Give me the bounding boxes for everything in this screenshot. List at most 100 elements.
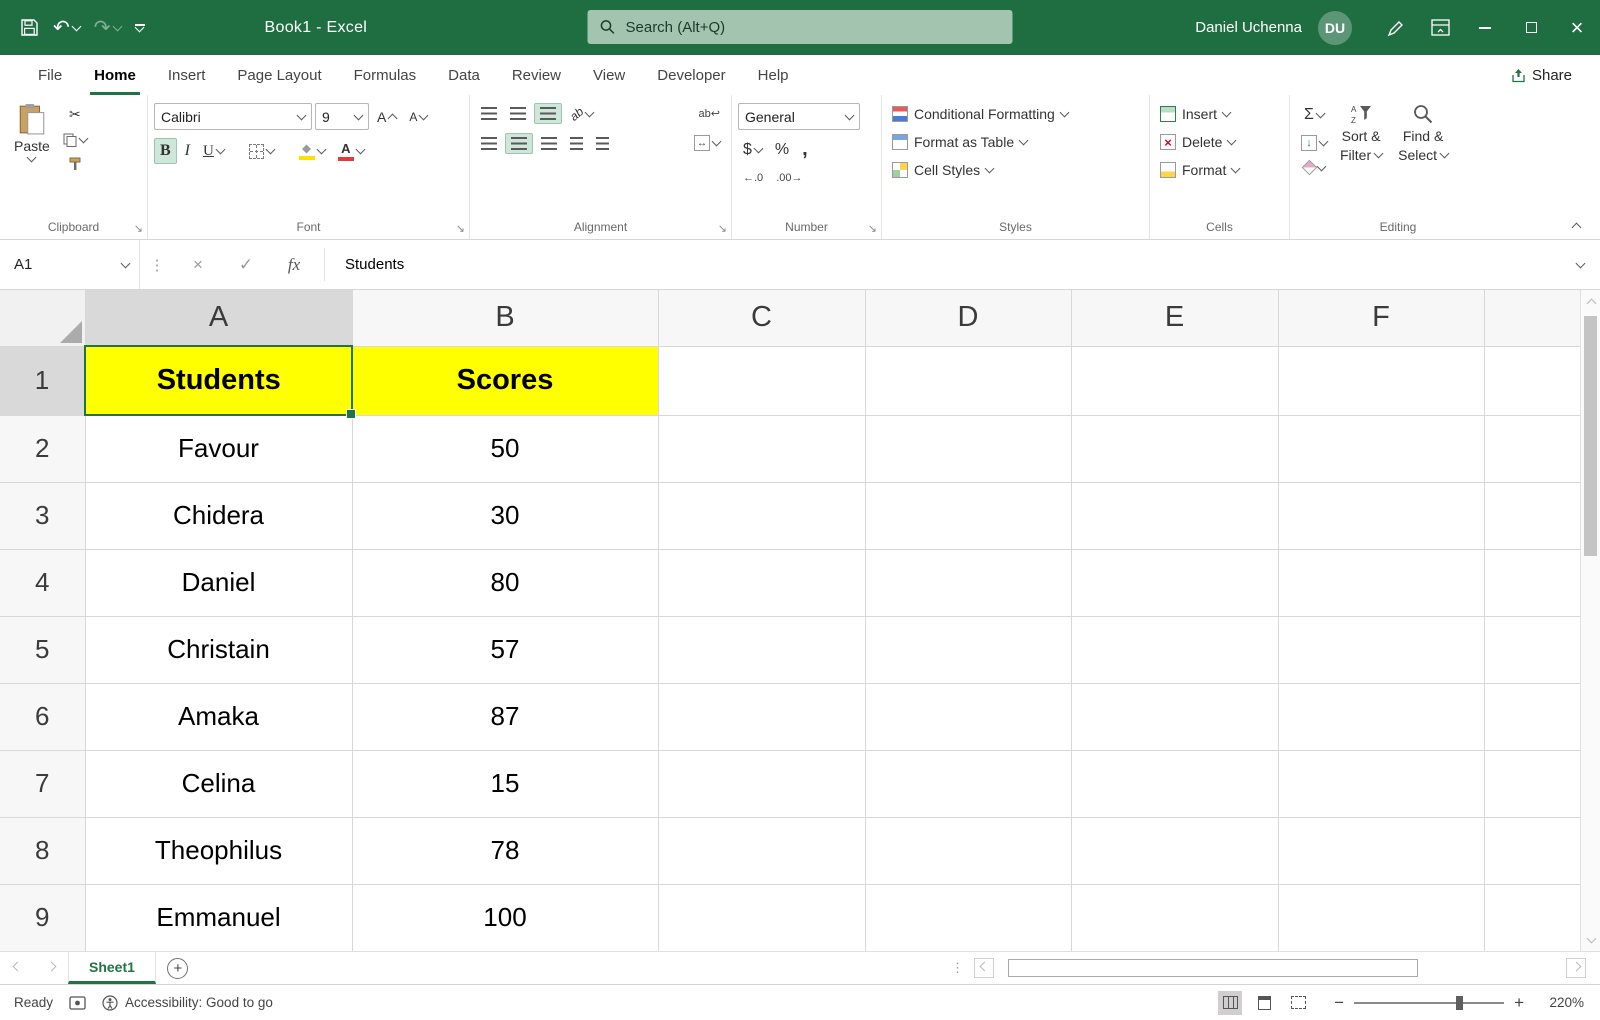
- format-cells-button[interactable]: Format: [1156, 159, 1283, 181]
- cancel-button[interactable]: ×: [174, 240, 222, 289]
- scroll-down-button[interactable]: [1581, 929, 1600, 951]
- vertical-scrollbar[interactable]: [1580, 290, 1600, 951]
- share-button[interactable]: Share: [1511, 55, 1572, 95]
- row-header-9[interactable]: 9: [0, 884, 85, 951]
- italic-button[interactable]: I: [180, 139, 195, 163]
- cell-b9[interactable]: 100: [352, 884, 658, 951]
- horizontal-scroll-thumb[interactable]: [1008, 959, 1418, 977]
- next-sheet-button[interactable]: [34, 952, 68, 984]
- cell-a7[interactable]: Celina: [85, 750, 352, 817]
- row-header-1[interactable]: 1: [0, 346, 85, 415]
- cell-a5[interactable]: Christain: [85, 616, 352, 683]
- align-right-button[interactable]: [536, 134, 562, 153]
- tab-insert[interactable]: Insert: [152, 55, 222, 95]
- cell-b4[interactable]: 80: [352, 549, 658, 616]
- undo-dropdown-icon[interactable]: [71, 21, 81, 31]
- zoom-out-button[interactable]: −: [1334, 994, 1344, 1011]
- column-header-e[interactable]: E: [1071, 290, 1278, 346]
- row-header-8[interactable]: 8: [0, 817, 85, 884]
- tab-review[interactable]: Review: [496, 55, 577, 95]
- zoom-slider-thumb[interactable]: [1456, 996, 1463, 1010]
- fill-color-dropdown-icon[interactable]: [316, 145, 326, 155]
- accessibility-status[interactable]: Accessibility: Good to go: [102, 995, 273, 1011]
- maximize-button[interactable]: [1508, 0, 1554, 55]
- paste-dropdown-icon[interactable]: [27, 153, 37, 163]
- vertical-scroll-thumb[interactable]: [1584, 316, 1597, 556]
- user-name[interactable]: Daniel Uchenna: [1195, 19, 1302, 36]
- cell-a1[interactable]: Students: [85, 346, 352, 415]
- number-format-combo[interactable]: General: [738, 103, 860, 130]
- accounting-format-button[interactable]: $: [738, 138, 767, 162]
- redo-button[interactable]: ↷: [94, 18, 121, 38]
- insert-function-button[interactable]: fx: [270, 240, 318, 289]
- avatar[interactable]: DU: [1318, 11, 1352, 45]
- row-header-6[interactable]: 6: [0, 683, 85, 750]
- scroll-right-button[interactable]: [1566, 958, 1586, 978]
- sheet-tab-sheet1[interactable]: Sheet1: [68, 952, 156, 984]
- tab-data[interactable]: Data: [432, 55, 496, 95]
- bottom-align-button[interactable]: [534, 103, 562, 124]
- cell-a3[interactable]: Chidera: [85, 482, 352, 549]
- horizontal-scrollbar[interactable]: [1000, 958, 1560, 978]
- cell-b3[interactable]: 30: [352, 482, 658, 549]
- increase-indent-button[interactable]: [591, 134, 614, 153]
- ribbon-display-options-button[interactable]: [1418, 0, 1462, 55]
- wrap-text-button[interactable]: ab↩: [694, 104, 725, 123]
- tab-formulas[interactable]: Formulas: [338, 55, 433, 95]
- borders-dropdown-icon[interactable]: [265, 145, 275, 155]
- search-box[interactable]: [588, 10, 1013, 44]
- copy-dropdown-icon[interactable]: [78, 134, 88, 144]
- increase-font-size-button[interactable]: A: [372, 106, 401, 128]
- zoom-in-button[interactable]: +: [1514, 994, 1524, 1011]
- fill-color-button[interactable]: [294, 140, 330, 163]
- zoom-slider[interactable]: [1354, 1002, 1504, 1004]
- tab-view[interactable]: View: [577, 55, 641, 95]
- decrease-indent-button[interactable]: [565, 134, 588, 153]
- percent-style-button[interactable]: %: [770, 138, 794, 162]
- format-painter-button[interactable]: [58, 154, 92, 174]
- clipboard-dialog-launcher[interactable]: ↘: [134, 224, 143, 235]
- alignment-dialog-launcher[interactable]: ↘: [718, 224, 727, 235]
- row-header-3[interactable]: 3: [0, 482, 85, 549]
- cell-b5[interactable]: 57: [352, 616, 658, 683]
- top-align-button[interactable]: [476, 104, 502, 123]
- underline-dropdown-icon[interactable]: [215, 145, 225, 155]
- font-dialog-launcher[interactable]: ↘: [456, 224, 465, 235]
- expand-formula-bar-button[interactable]: [1560, 240, 1600, 289]
- cell-a2[interactable]: Favour: [85, 415, 352, 482]
- formula-bar-handle[interactable]: ⋮: [140, 240, 174, 289]
- new-sheet-button[interactable]: +: [156, 952, 200, 984]
- tab-file[interactable]: File: [22, 55, 78, 95]
- font-color-dropdown-icon[interactable]: [355, 145, 365, 155]
- merge-dropdown-icon[interactable]: [712, 137, 722, 147]
- copy-button[interactable]: [58, 130, 92, 150]
- comma-style-button[interactable]: ,: [797, 135, 813, 164]
- column-header-a[interactable]: A: [85, 290, 352, 346]
- name-box-dropdown-icon[interactable]: [121, 258, 131, 268]
- cell-d1[interactable]: [865, 346, 1071, 415]
- close-button[interactable]: ×: [1554, 0, 1600, 55]
- format-as-table-button[interactable]: Format as Table: [888, 131, 1143, 153]
- paste-button[interactable]: Paste: [6, 99, 58, 217]
- redo-dropdown-icon[interactable]: [112, 21, 122, 31]
- column-header-partial[interactable]: [1484, 290, 1580, 346]
- quick-access-toolbar-button[interactable]: [135, 24, 145, 31]
- align-left-button[interactable]: [476, 134, 502, 153]
- orientation-dropdown-icon[interactable]: [585, 107, 595, 117]
- middle-align-button[interactable]: [505, 104, 531, 123]
- name-box[interactable]: A1: [0, 240, 140, 289]
- merge-center-button[interactable]: ↔: [689, 132, 725, 154]
- cell-styles-button[interactable]: Cell Styles: [888, 159, 1143, 181]
- previous-sheet-button[interactable]: [0, 952, 34, 984]
- select-all-corner[interactable]: [0, 290, 85, 346]
- column-header-c[interactable]: C: [658, 290, 865, 346]
- font-color-button[interactable]: A: [333, 139, 369, 164]
- cell-f1[interactable]: [1278, 346, 1484, 415]
- underline-button[interactable]: U: [198, 140, 229, 163]
- scroll-up-button[interactable]: [1581, 290, 1600, 312]
- increase-decimal-button[interactable]: ←.0: [738, 169, 768, 187]
- column-header-d[interactable]: D: [865, 290, 1071, 346]
- cut-button[interactable]: ✂: [58, 103, 92, 126]
- autosum-button[interactable]: Σ: [1296, 103, 1332, 127]
- cell-a4[interactable]: Daniel: [85, 549, 352, 616]
